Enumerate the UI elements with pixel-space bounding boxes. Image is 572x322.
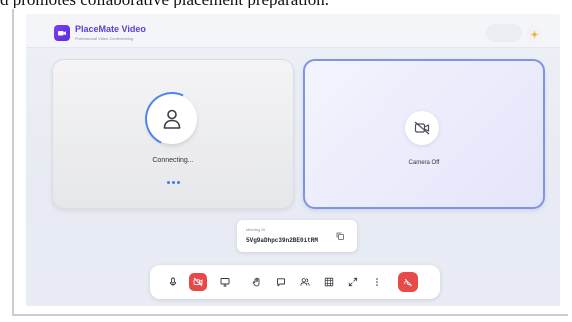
grid-icon: [324, 277, 334, 287]
monitor-icon: [220, 278, 230, 287]
copy-icon: [336, 232, 344, 240]
call-controls-bar: [150, 265, 440, 299]
app-header: PlaceMate Video Professional Video Confe…: [26, 14, 560, 48]
end-call-button[interactable]: [398, 272, 418, 292]
page-caption: d promotes collaborative placement prepa…: [0, 0, 572, 8]
app-brand-name: PlaceMate Video: [75, 24, 146, 34]
sun-icon: [529, 29, 539, 39]
users-icon: [300, 278, 310, 286]
header-pill[interactable]: [486, 24, 522, 42]
remote-video-tile[interactable]: Camera Off: [303, 59, 545, 209]
layout-button[interactable]: [320, 273, 338, 291]
microphone-icon: [169, 277, 177, 286]
expand-icon: [348, 277, 358, 287]
phone-end-icon: [404, 278, 412, 287]
camera-off-icon: [405, 111, 439, 145]
app-subtitle: Professional Video Conferencing: [75, 36, 134, 41]
more-options-button[interactable]: [368, 273, 386, 291]
hand-icon: [252, 277, 260, 287]
local-video-tile[interactable]: Connecting...: [52, 59, 294, 209]
theme-toggle-button[interactable]: [526, 26, 542, 42]
meeting-id-card: Meeting ID 5Vg9aDhpc39n2BE0itRM: [237, 220, 357, 252]
camera-off-icon: [193, 277, 203, 287]
connecting-status: Connecting...: [152, 157, 194, 164]
participants-button[interactable]: [296, 273, 314, 291]
user-icon: [147, 94, 197, 144]
more-vertical-icon: [376, 278, 378, 286]
video-camera-icon: [54, 25, 70, 41]
camera-toggle-button[interactable]: [189, 273, 207, 291]
camera-off-status: Camera Off: [408, 160, 440, 166]
chat-icon: [277, 278, 285, 287]
meeting-id-label: Meeting ID: [246, 227, 266, 232]
copy-meeting-id-button[interactable]: [333, 229, 347, 243]
video-call-app: PlaceMate Video Professional Video Confe…: [26, 14, 560, 306]
mic-button[interactable]: [164, 273, 182, 291]
chat-button[interactable]: [272, 273, 290, 291]
meeting-id-value: 5Vg9aDhpc39n2BE0itRM: [246, 237, 319, 244]
fullscreen-button[interactable]: [344, 273, 362, 291]
raise-hand-button[interactable]: [248, 273, 266, 291]
loading-dots: [53, 171, 293, 189]
screen-share-button[interactable]: [216, 273, 234, 291]
